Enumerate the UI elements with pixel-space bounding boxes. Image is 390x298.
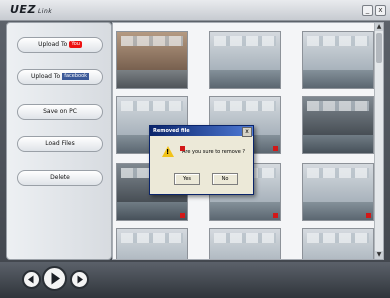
minimize-button[interactable]: _ — [362, 5, 373, 16]
scroll-up-arrow-icon[interactable]: ▲ — [375, 23, 383, 31]
previous-icon — [28, 275, 34, 284]
photo-thumbnail[interactable] — [302, 163, 374, 221]
next-icon — [77, 275, 83, 284]
photo-thumbnail[interactable] — [116, 31, 188, 89]
youtube-logo-icon: You — [69, 41, 82, 48]
sidebar: Upload To You Upload To facebook Save on P… — [6, 22, 112, 260]
selected-marker-icon — [180, 146, 185, 151]
warning-exclamation-icon: ! — [166, 148, 170, 156]
app-window: UEZ Link _ x Upload To You Upload To facebo… — [0, 0, 390, 298]
confirm-remove-dialog: Removed file x ! Are you sure to remove … — [149, 125, 254, 195]
dialog-yes-button[interactable]: Yes — [174, 173, 200, 185]
previous-button[interactable] — [22, 270, 41, 289]
photo-thumbnail[interactable] — [302, 96, 374, 154]
play-icon — [51, 272, 60, 285]
selected-marker-icon — [273, 146, 278, 151]
play-button[interactable] — [42, 266, 67, 291]
dialog-no-button[interactable]: No — [212, 173, 238, 185]
photo-thumbnail[interactable] — [302, 228, 374, 259]
next-button[interactable] — [70, 270, 89, 289]
close-button[interactable]: x — [375, 5, 386, 16]
photo-thumbnail[interactable] — [209, 31, 281, 89]
selected-marker-icon — [366, 213, 371, 218]
title-bar: UEZ Link _ x — [0, 0, 390, 21]
selected-marker-icon — [273, 213, 278, 218]
upload-youtube-button[interactable]: Upload To You — [17, 37, 103, 53]
dialog-title: Removed file — [150, 126, 253, 136]
grid-scrollbar[interactable]: ▲ ▼ — [374, 23, 383, 259]
load-files-button[interactable]: Load Files — [17, 136, 103, 152]
player-controls-bar — [0, 262, 390, 298]
scroll-down-arrow-icon[interactable]: ▼ — [375, 251, 383, 259]
dialog-message: Are you sure to remove ? — [182, 149, 246, 155]
selected-marker-icon — [180, 213, 185, 218]
facebook-logo-icon: facebook — [62, 73, 90, 80]
photo-thumbnail[interactable] — [116, 228, 188, 259]
photo-thumbnail[interactable] — [209, 228, 281, 259]
scrollbar-thumb[interactable] — [376, 33, 382, 63]
save-on-pc-button[interactable]: Save on PC — [17, 104, 103, 120]
dialog-close-button[interactable]: x — [242, 127, 252, 137]
photo-thumbnail[interactable] — [302, 31, 374, 89]
upload-facebook-button[interactable]: Upload To facebook — [17, 69, 103, 85]
delete-button[interactable]: Delete — [17, 170, 103, 186]
app-logo: UEZ Link — [10, 3, 53, 16]
